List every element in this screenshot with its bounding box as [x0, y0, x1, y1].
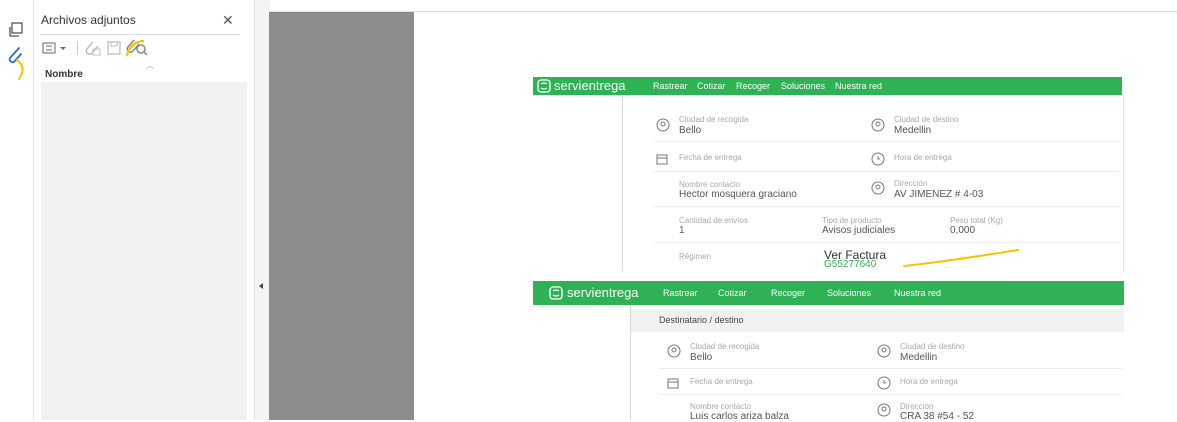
nav-cotizar[interactable]: Cotizar: [697, 81, 726, 91]
cantidad-envios-label: Cantidad de envíos: [679, 216, 748, 225]
servientrega-logo-icon: [549, 286, 563, 300]
options-menu-button[interactable]: [42, 41, 74, 55]
panel-splitter[interactable]: [254, 0, 270, 420]
servientrega-header-2: servientrega Rastrear Cotizar Recoger So…: [533, 281, 1124, 305]
nav-nuestra-red[interactable]: Nuestra red: [835, 81, 882, 91]
nav-recoger[interactable]: Recoger: [736, 81, 770, 91]
nav-rastrear[interactable]: Rastrear: [663, 288, 698, 298]
servientrega-logo-icon: [537, 79, 551, 93]
document-gutter: [269, 12, 414, 420]
row-divider: [654, 171, 1119, 172]
ciudad-destino-label: Ciudad de destino: [894, 115, 959, 124]
pin-icon: [667, 344, 681, 358]
pin-icon: [656, 118, 670, 132]
column-header-name[interactable]: Nombre: [45, 69, 83, 80]
nav-recoger[interactable]: Recoger: [771, 288, 805, 298]
panel-title: Archivos adjuntos: [41, 13, 136, 27]
fecha-entrega-label: Fecha de entrega: [679, 153, 742, 162]
sort-chevron-icon: ︿: [146, 61, 154, 70]
ciudad-recogida-label: Ciudad de recogida: [690, 342, 760, 351]
nav-soluciones[interactable]: Soluciones: [827, 288, 871, 298]
left-tool-strip: [0, 0, 34, 420]
nombre-contacto-value: Luis carlos ariza balza: [690, 411, 789, 422]
collapse-arrow-icon[interactable]: [259, 283, 263, 289]
pin-icon: [877, 403, 891, 417]
search-attachment-icon[interactable]: [125, 36, 151, 58]
nombre-contacto-label: Nombre contacto: [679, 180, 740, 189]
tipo-producto-label: Tipo de producto: [822, 216, 882, 225]
pin-icon: [871, 181, 885, 195]
panel-title-divider: [40, 34, 240, 35]
pin-icon: [871, 118, 885, 132]
direccion-value: AV JIMENEZ # 4-03: [894, 189, 984, 200]
pages-icon[interactable]: [8, 22, 24, 38]
direccion-label: Dirección: [900, 402, 934, 411]
section-title: Destinatario / destino: [659, 315, 744, 325]
row-divider: [654, 242, 1119, 243]
section-band: Destinatario / destino: [631, 309, 1124, 332]
close-icon[interactable]: ✕: [222, 13, 234, 27]
nav-soluciones[interactable]: Soluciones: [781, 81, 825, 91]
fecha-entrega-label: Fecha de entrega: [690, 377, 753, 386]
direccion-value: CRA 38 #54 - 52: [900, 411, 974, 422]
direccion-label: Dirección: [894, 179, 928, 188]
servientrega-header-1: servientrega Rastrear Cotizar Recoger So…: [533, 77, 1122, 95]
nombre-contacto-value: Hector mosquera graciano: [679, 189, 797, 200]
nombre-contacto-label: Nombre contacto: [690, 402, 751, 411]
attachments-icon[interactable]: [5, 45, 31, 81]
row-divider: [659, 368, 1122, 369]
toolbar-separator: [77, 41, 78, 55]
calendar-icon: [667, 376, 679, 389]
regimen-label: Régimen: [679, 252, 712, 261]
save-attachment-icon[interactable]: [106, 40, 122, 56]
attach-file-icon[interactable]: [84, 40, 102, 56]
calendar-icon: [656, 152, 668, 165]
ciudad-destino-label: Ciudad de destino: [900, 342, 965, 351]
brand-name: servientrega: [554, 78, 626, 93]
row-divider: [654, 206, 1119, 207]
yellow-underline-annotation: [902, 246, 1022, 272]
document-page[interactable]: servientrega Rastrear Cotizar Recoger So…: [414, 12, 1177, 422]
row-divider: [654, 141, 1119, 142]
row-divider: [659, 394, 1122, 395]
ciudad-recogida-value: Bello: [679, 125, 702, 136]
ciudad-recogida-value: Bello: [690, 352, 713, 363]
clock-icon: [877, 376, 891, 390]
nav-cotizar[interactable]: Cotizar: [718, 288, 747, 298]
nav-nuestra-red[interactable]: Nuestra red: [894, 288, 941, 298]
hora-entrega-label: Hora de entrega: [894, 153, 952, 162]
ciudad-recogida-label: Ciudad de recogida: [679, 115, 749, 124]
peso-total-value: 0,000: [950, 225, 976, 236]
clock-icon: [871, 152, 885, 166]
ciudad-destino-value: Medellin: [894, 125, 932, 136]
nav-rastrear[interactable]: Rastrear: [653, 81, 688, 91]
ciudad-destino-value: Medellin: [900, 352, 938, 363]
peso-total-label: Peso total (Kg): [950, 216, 1003, 225]
hora-entrega-label: Hora de entrega: [900, 377, 958, 386]
brand-name: servientrega: [567, 285, 639, 300]
tipo-producto-value: Avisos judiciales: [822, 225, 896, 236]
factura-number-link[interactable]: G55277640: [824, 259, 876, 270]
pin-icon: [877, 344, 891, 358]
cantidad-envios-value: 1: [679, 225, 685, 236]
attachments-list[interactable]: [41, 82, 247, 420]
